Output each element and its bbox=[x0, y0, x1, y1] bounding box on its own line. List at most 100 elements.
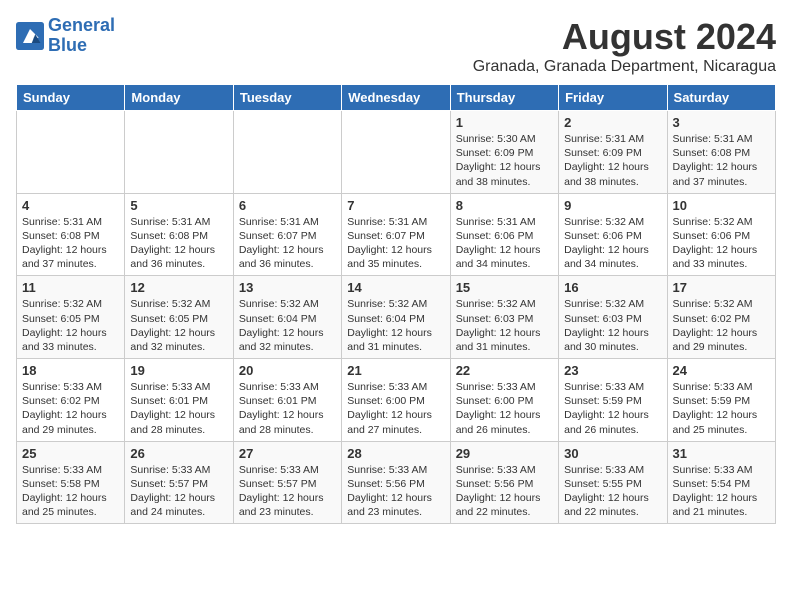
calendar-cell: 10 Sunrise: 5:32 AMSunset: 6:06 PMDayligh… bbox=[667, 193, 775, 276]
calendar-cell: 31 Sunrise: 5:33 AMSunset: 5:54 PMDayligh… bbox=[667, 441, 775, 524]
calendar-cell: 2Sunrise: 5:31 AMSunset: 6:09 PMDaylight… bbox=[559, 111, 667, 194]
logo: General Blue bbox=[16, 16, 115, 56]
day-info: Sunrise: 5:33 AMSunset: 5:57 PMDaylight:… bbox=[239, 463, 336, 520]
day-number: 17 bbox=[673, 280, 770, 295]
logo-text-line1: General bbox=[48, 16, 115, 36]
day-number: 12 bbox=[130, 280, 227, 295]
calendar-cell: 6 Sunrise: 5:31 AMSunset: 6:07 PMDaylight… bbox=[233, 193, 341, 276]
day-info: Sunrise: 5:31 AMSunset: 6:07 PMDaylight:… bbox=[347, 215, 444, 272]
day-number: 16 bbox=[564, 280, 661, 295]
day-info: Sunrise: 5:32 AMSunset: 6:05 PMDaylight:… bbox=[22, 297, 119, 354]
logo-icon bbox=[16, 22, 44, 50]
calendar-cell: 27 Sunrise: 5:33 AMSunset: 5:57 PMDayligh… bbox=[233, 441, 341, 524]
day-info: Sunrise: 5:32 AMSunset: 6:04 PMDaylight:… bbox=[347, 297, 444, 354]
day-number: 5 bbox=[130, 198, 227, 213]
day-number: 8 bbox=[456, 198, 553, 213]
calendar-cell bbox=[17, 111, 125, 194]
day-number: 9 bbox=[564, 198, 661, 213]
calendar-cell bbox=[125, 111, 233, 194]
calendar-week-1: 1 Sunrise: 5:30 AMSunset: 6:09 PMDaylight… bbox=[17, 111, 776, 194]
calendar-cell: 14 Sunrise: 5:32 AMSunset: 6:04 PMDayligh… bbox=[342, 276, 450, 359]
calendar-cell: 18 Sunrise: 5:33 AMSunset: 6:02 PMDayligh… bbox=[17, 359, 125, 442]
header-thursday: Thursday bbox=[450, 85, 558, 111]
day-info: Sunrise: 5:32 AMSunset: 6:05 PMDaylight:… bbox=[130, 297, 227, 354]
logo-text-line2: Blue bbox=[48, 36, 115, 56]
header-sunday: Sunday bbox=[17, 85, 125, 111]
day-info: Sunrise: 5:33 AMSunset: 6:00 PMDaylight:… bbox=[456, 380, 553, 437]
day-number: 20 bbox=[239, 363, 336, 378]
day-info: Sunrise: 5:30 AMSunset: 6:09 PMDaylight:… bbox=[456, 132, 553, 189]
day-number: 13 bbox=[239, 280, 336, 295]
calendar-cell: 5 Sunrise: 5:31 AMSunset: 6:08 PMDaylight… bbox=[125, 193, 233, 276]
calendar-cell: 15 Sunrise: 5:32 AMSunset: 6:03 PMDayligh… bbox=[450, 276, 558, 359]
day-info: Sunrise: 5:31 AMSunset: 6:08 PMDaylight:… bbox=[22, 215, 119, 272]
day-number: 11 bbox=[22, 280, 119, 295]
calendar-cell: 23 Sunrise: 5:33 AMSunset: 5:59 PMDayligh… bbox=[559, 359, 667, 442]
month-title: August 2024 bbox=[473, 16, 776, 58]
day-number: 19 bbox=[130, 363, 227, 378]
calendar-cell: 21 Sunrise: 5:33 AMSunset: 6:00 PMDayligh… bbox=[342, 359, 450, 442]
day-info: Sunrise: 5:31 AMSunset: 6:08 PMDaylight:… bbox=[130, 215, 227, 272]
calendar-cell bbox=[342, 111, 450, 194]
calendar-week-3: 11 Sunrise: 5:32 AMSunset: 6:05 PMDayligh… bbox=[17, 276, 776, 359]
calendar-table: Sunday Monday Tuesday Wednesday Thursday… bbox=[16, 84, 776, 524]
day-number: 6 bbox=[239, 198, 336, 213]
day-number: 4 bbox=[22, 198, 119, 213]
day-number: 31 bbox=[673, 446, 770, 461]
day-number: 26 bbox=[130, 446, 227, 461]
calendar-cell: 3 Sunrise: 5:31 AMSunset: 6:08 PMDaylight… bbox=[667, 111, 775, 194]
calendar-cell: 16Sunrise: 5:32 AMSunset: 6:03 PMDayligh… bbox=[559, 276, 667, 359]
calendar-cell: 29Sunrise: 5:33 AMSunset: 5:56 PMDayligh… bbox=[450, 441, 558, 524]
page-header: General Blue August 2024 Granada, Granad… bbox=[16, 16, 776, 76]
day-info: Sunrise: 5:32 AMSunset: 6:03 PMDaylight:… bbox=[456, 297, 553, 354]
day-number: 21 bbox=[347, 363, 444, 378]
day-number: 7 bbox=[347, 198, 444, 213]
calendar-week-2: 4 Sunrise: 5:31 AMSunset: 6:08 PMDaylight… bbox=[17, 193, 776, 276]
calendar-cell: 22Sunrise: 5:33 AMSunset: 6:00 PMDayligh… bbox=[450, 359, 558, 442]
calendar-cell: 20 Sunrise: 5:33 AMSunset: 6:01 PMDayligh… bbox=[233, 359, 341, 442]
calendar-cell: 26 Sunrise: 5:33 AMSunset: 5:57 PMDayligh… bbox=[125, 441, 233, 524]
day-info: Sunrise: 5:31 AMSunset: 6:08 PMDaylight:… bbox=[673, 132, 770, 189]
day-info: Sunrise: 5:33 AMSunset: 6:01 PMDaylight:… bbox=[130, 380, 227, 437]
calendar-week-5: 25Sunrise: 5:33 AMSunset: 5:58 PMDayligh… bbox=[17, 441, 776, 524]
header-monday: Monday bbox=[125, 85, 233, 111]
day-info: Sunrise: 5:33 AMSunset: 5:54 PMDaylight:… bbox=[673, 463, 770, 520]
day-info: Sunrise: 5:33 AMSunset: 5:55 PMDaylight:… bbox=[564, 463, 661, 520]
header-saturday: Saturday bbox=[667, 85, 775, 111]
header-wednesday: Wednesday bbox=[342, 85, 450, 111]
day-number: 1 bbox=[456, 115, 553, 130]
calendar-cell: 25Sunrise: 5:33 AMSunset: 5:58 PMDayligh… bbox=[17, 441, 125, 524]
day-info: Sunrise: 5:31 AMSunset: 6:07 PMDaylight:… bbox=[239, 215, 336, 272]
calendar-cell: 17 Sunrise: 5:32 AMSunset: 6:02 PMDayligh… bbox=[667, 276, 775, 359]
calendar-cell: 30Sunrise: 5:33 AMSunset: 5:55 PMDayligh… bbox=[559, 441, 667, 524]
day-info: Sunrise: 5:33 AMSunset: 5:56 PMDaylight:… bbox=[347, 463, 444, 520]
calendar-week-4: 18 Sunrise: 5:33 AMSunset: 6:02 PMDayligh… bbox=[17, 359, 776, 442]
day-info: Sunrise: 5:33 AMSunset: 5:59 PMDaylight:… bbox=[564, 380, 661, 437]
day-number: 15 bbox=[456, 280, 553, 295]
day-number: 18 bbox=[22, 363, 119, 378]
calendar-cell: 9 Sunrise: 5:32 AMSunset: 6:06 PMDaylight… bbox=[559, 193, 667, 276]
calendar-cell: 11 Sunrise: 5:32 AMSunset: 6:05 PMDayligh… bbox=[17, 276, 125, 359]
day-info: Sunrise: 5:32 AMSunset: 6:02 PMDaylight:… bbox=[673, 297, 770, 354]
calendar-cell: 12 Sunrise: 5:32 AMSunset: 6:05 PMDayligh… bbox=[125, 276, 233, 359]
day-info: Sunrise: 5:33 AMSunset: 6:00 PMDaylight:… bbox=[347, 380, 444, 437]
day-info: Sunrise: 5:33 AMSunset: 6:02 PMDaylight:… bbox=[22, 380, 119, 437]
day-info: Sunrise: 5:32 AMSunset: 6:04 PMDaylight:… bbox=[239, 297, 336, 354]
calendar-cell: 7 Sunrise: 5:31 AMSunset: 6:07 PMDaylight… bbox=[342, 193, 450, 276]
day-number: 14 bbox=[347, 280, 444, 295]
header-tuesday: Tuesday bbox=[233, 85, 341, 111]
day-info: Sunrise: 5:32 AMSunset: 6:06 PMDaylight:… bbox=[564, 215, 661, 272]
day-info: Sunrise: 5:32 AMSunset: 6:06 PMDaylight:… bbox=[673, 215, 770, 272]
calendar-cell bbox=[233, 111, 341, 194]
calendar-cell: 13 Sunrise: 5:32 AMSunset: 6:04 PMDayligh… bbox=[233, 276, 341, 359]
calendar-cell: 19 Sunrise: 5:33 AMSunset: 6:01 PMDayligh… bbox=[125, 359, 233, 442]
day-info: Sunrise: 5:33 AMSunset: 5:57 PMDaylight:… bbox=[130, 463, 227, 520]
calendar-body: 1 Sunrise: 5:30 AMSunset: 6:09 PMDaylight… bbox=[17, 111, 776, 524]
day-number: 10 bbox=[673, 198, 770, 213]
day-info: Sunrise: 5:33 AMSunset: 6:01 PMDaylight:… bbox=[239, 380, 336, 437]
calendar-cell: 24Sunrise: 5:33 AMSunset: 5:59 PMDayligh… bbox=[667, 359, 775, 442]
calendar-cell: 4 Sunrise: 5:31 AMSunset: 6:08 PMDaylight… bbox=[17, 193, 125, 276]
day-number: 23 bbox=[564, 363, 661, 378]
day-number: 27 bbox=[239, 446, 336, 461]
day-number: 3 bbox=[673, 115, 770, 130]
